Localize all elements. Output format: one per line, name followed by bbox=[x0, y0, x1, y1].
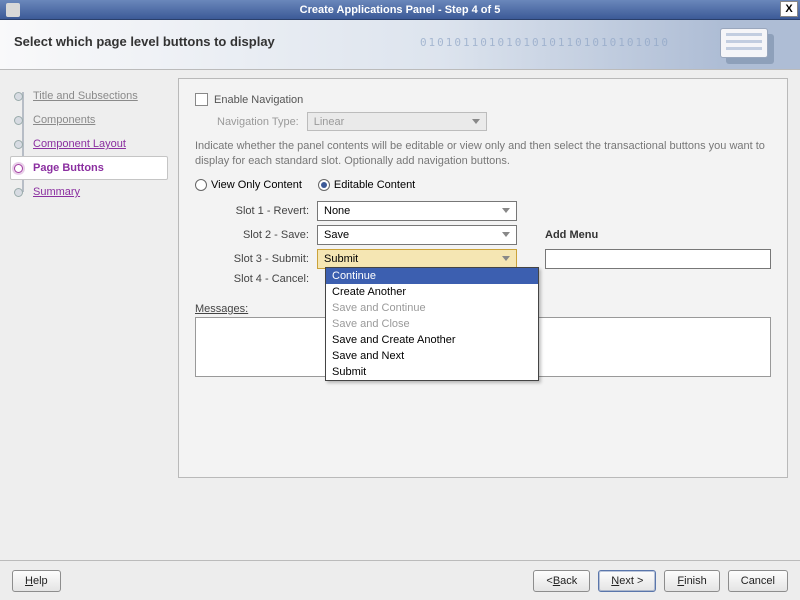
dropdown-option[interactable]: Submit bbox=[326, 364, 538, 380]
slot-2-row: Slot 2 - Save: Save Add Menu bbox=[209, 225, 771, 245]
close-button[interactable]: X bbox=[780, 1, 798, 17]
slot-3-select[interactable]: Submit bbox=[317, 249, 517, 269]
chevron-down-icon bbox=[502, 256, 510, 261]
editable-radio[interactable] bbox=[318, 179, 330, 191]
enable-navigation-label: Enable Navigation bbox=[214, 94, 303, 106]
editable-radio-label[interactable]: Editable Content bbox=[318, 179, 415, 191]
step-components: Components bbox=[14, 108, 168, 132]
navigation-type-value: Linear bbox=[314, 116, 345, 128]
step-summary[interactable]: Summary bbox=[14, 180, 168, 204]
step-label: Summary bbox=[33, 186, 80, 198]
content-mode-group: View Only Content Editable Content bbox=[195, 179, 771, 191]
slot-3-dropdown[interactable]: Continue Create Another Save and Continu… bbox=[325, 267, 539, 381]
step-dot-icon bbox=[14, 116, 23, 125]
navigation-type-row: Navigation Type: Linear bbox=[217, 112, 771, 131]
page-heading: Select which page level buttons to displ… bbox=[14, 34, 788, 49]
step-component-layout[interactable]: Component Layout bbox=[14, 132, 168, 156]
decorative-binary: 01010110101010101101010101010 bbox=[420, 36, 670, 49]
step-dot-icon bbox=[14, 188, 23, 197]
navigation-type-label: Navigation Type: bbox=[217, 116, 299, 128]
add-menu-input[interactable] bbox=[545, 249, 771, 269]
dropdown-option[interactable]: Save and Next bbox=[326, 348, 538, 364]
dropdown-option: Save and Close bbox=[326, 316, 538, 332]
dropdown-option: Save and Continue bbox=[326, 300, 538, 316]
slot-2-label: Slot 2 - Save: bbox=[209, 229, 309, 241]
enable-navigation-checkbox[interactable] bbox=[195, 93, 208, 106]
slot-3-row: Slot 3 - Submit: Submit bbox=[209, 249, 771, 269]
slot-1-label: Slot 1 - Revert: bbox=[209, 205, 309, 217]
window-title: Create Applications Panel - Step 4 of 5 bbox=[0, 4, 800, 16]
step-label: Components bbox=[33, 114, 95, 126]
step-label: Page Buttons bbox=[33, 162, 104, 174]
slot-1-value: None bbox=[324, 205, 350, 217]
help-text: Indicate whether the panel contents will… bbox=[195, 139, 771, 169]
steps-sidebar: Title and Subsections Components Compone… bbox=[0, 70, 178, 558]
wizard-footer: Help < Back Next > Finish Cancel bbox=[0, 560, 800, 600]
step-dot-icon bbox=[14, 140, 23, 149]
dropdown-option[interactable]: Continue bbox=[326, 268, 538, 284]
slot-2-value: Save bbox=[324, 229, 349, 241]
step-dot-icon bbox=[14, 92, 23, 101]
navigation-type-select: Linear bbox=[307, 112, 487, 131]
slot-4-label: Slot 4 - Cancel: bbox=[209, 273, 309, 285]
wizard-header: Select which page level buttons to displ… bbox=[0, 20, 800, 70]
title-bar: Create Applications Panel - Step 4 of 5 … bbox=[0, 0, 800, 20]
dropdown-option[interactable]: Create Another bbox=[326, 284, 538, 300]
config-panel: Enable Navigation Navigation Type: Linea… bbox=[178, 78, 788, 478]
step-label: Component Layout bbox=[33, 138, 126, 150]
slot-2-select[interactable]: Save bbox=[317, 225, 517, 245]
dropdown-option[interactable]: Save and Create Another bbox=[326, 332, 538, 348]
slot-3-label: Slot 3 - Submit: bbox=[209, 253, 309, 265]
next-button[interactable]: Next > bbox=[598, 570, 656, 592]
chevron-down-icon bbox=[502, 208, 510, 213]
view-only-radio-label[interactable]: View Only Content bbox=[195, 179, 302, 191]
help-button[interactable]: Help bbox=[12, 570, 61, 592]
slot-1-row: Slot 1 - Revert: None bbox=[209, 201, 771, 221]
slot-3-value: Submit bbox=[324, 253, 358, 265]
step-page-buttons[interactable]: Page Buttons bbox=[10, 156, 168, 180]
cancel-button[interactable]: Cancel bbox=[728, 570, 788, 592]
enable-navigation-row: Enable Navigation bbox=[195, 93, 771, 106]
chevron-down-icon bbox=[502, 232, 510, 237]
back-button[interactable]: < Back bbox=[533, 570, 590, 592]
finish-button[interactable]: Finish bbox=[664, 570, 719, 592]
chevron-down-icon bbox=[472, 119, 480, 124]
add-menu-label: Add Menu bbox=[545, 229, 598, 241]
step-title-subsections: Title and Subsections bbox=[14, 84, 168, 108]
slot-1-select[interactable]: None bbox=[317, 201, 517, 221]
step-label: Title and Subsections bbox=[33, 90, 138, 102]
header-thumbnail-icon bbox=[720, 28, 780, 66]
view-only-radio[interactable] bbox=[195, 179, 207, 191]
step-dot-icon bbox=[14, 164, 23, 173]
